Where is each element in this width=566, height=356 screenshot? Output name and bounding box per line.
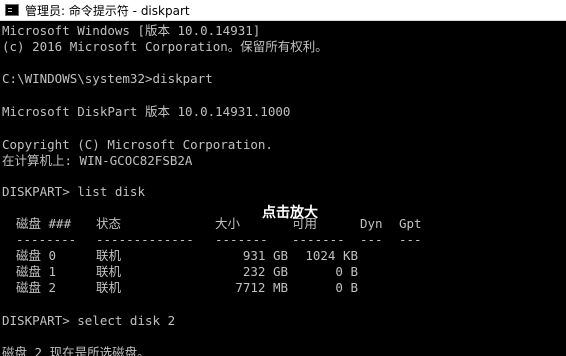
select-result-line: 磁盘 2 现在是所选磁盘。 xyxy=(2,345,150,356)
title-bar[interactable]: 管理员: 命令提示符 - diskpart xyxy=(0,0,566,21)
table-row-status: 联机 xyxy=(96,280,122,295)
table-row-free: 0 B xyxy=(335,280,358,295)
command-line-diskpart: C:\WINDOWS\system32>diskpart xyxy=(2,71,213,86)
table-row-status: 联机 xyxy=(96,264,122,279)
table-row-disk: 磁盘 2 xyxy=(16,280,57,295)
table-row-size: 232 GB xyxy=(242,264,288,279)
diskpart-copyright-line: Copyright (C) Microsoft Corporation. xyxy=(2,137,273,152)
header-dyn: Dyn xyxy=(360,216,383,231)
table-row-size: 931 GB xyxy=(242,248,288,263)
table-row-free: 0 B xyxy=(335,264,358,279)
header-status: 状态 xyxy=(96,216,122,231)
table-row-disk: 磁盘 0 xyxy=(16,248,57,263)
table-row-disk: 磁盘 1 xyxy=(16,264,57,279)
command-prompt-window: 管理员: 命令提示符 - diskpart Microsoft Windows … xyxy=(0,0,566,356)
command-line-select-disk: DISKPART> select disk 2 xyxy=(2,313,176,328)
copyright-line: (c) 2016 Microsoft Corporation。保留所有权利。 xyxy=(2,39,328,54)
header-disk: 磁盘 ### xyxy=(16,216,72,231)
header-size: 大小 xyxy=(215,216,241,231)
separator-dyn: --- xyxy=(360,232,383,247)
separator-size: ------- xyxy=(215,232,268,247)
table-row-status: 联机 xyxy=(96,248,122,263)
separator-status: ------------- xyxy=(96,232,194,247)
windows-version-line: Microsoft Windows [版本 10.0.14931] xyxy=(2,23,261,38)
separator-disk: -------- xyxy=(16,232,77,247)
table-row-size: 7712 MB xyxy=(235,280,288,295)
computer-name-line: 在计算机上: WIN-GCOC82FSB2A xyxy=(2,153,193,168)
click-to-zoom-label[interactable]: 点击放大 xyxy=(262,202,318,222)
header-gpt: Gpt xyxy=(399,216,422,231)
separator-gpt: --- xyxy=(399,232,422,247)
diskpart-version-line: Microsoft DiskPart 版本 10.0.14931.1000 xyxy=(2,104,291,119)
command-line-list-disk: DISKPART> list disk xyxy=(2,184,145,199)
separator-free: ------- xyxy=(292,232,345,247)
window-title: 管理员: 命令提示符 - diskpart xyxy=(25,3,190,18)
table-row-free: 1024 KB xyxy=(305,248,358,263)
console-output[interactable]: Microsoft Windows [版本 10.0.14931] (c) 20… xyxy=(2,23,566,356)
terminal-icon[interactable] xyxy=(5,4,19,16)
